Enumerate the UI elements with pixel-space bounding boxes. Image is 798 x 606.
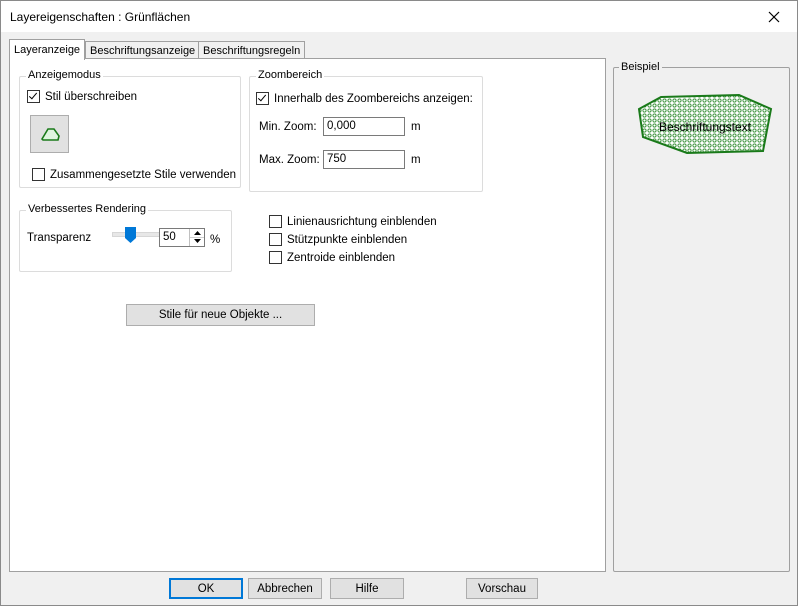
max-zoom-label: Max. Zoom:	[259, 154, 320, 166]
option-row-vertices[interactable]: Stützpunkte einblenden	[269, 233, 407, 246]
vertices-label: Stützpunkte einblenden	[287, 233, 408, 246]
override-style-row[interactable]: Stil überschreiben	[27, 90, 137, 103]
max-zoom-unit: m	[411, 154, 421, 166]
line-direction-label: Linienausrichtung einblenden	[287, 215, 437, 228]
within-zoom-row[interactable]: Innerhalb des Zoombereichs anzeigen:	[256, 92, 473, 105]
min-zoom-input[interactable]: 0,000	[323, 117, 405, 136]
tab-layeranzeige[interactable]: Layeranzeige	[9, 39, 86, 60]
tab-panel-layeranzeige: Anzeigemodus Stil überschreiben Zusammen…	[9, 58, 606, 572]
preview-sample-polygon: Beschriftungstext	[637, 93, 773, 155]
display-mode-group-label: Anzeigemodus	[26, 69, 103, 81]
layer-properties-dialog: Layereigenschaften : Grünflächen Layeran…	[0, 0, 798, 606]
vertices-checkbox[interactable]	[269, 233, 282, 246]
rendering-group-label: Verbessertes Rendering	[26, 203, 149, 215]
styles-new-objects-button[interactable]: Stile für neue Objekte ...	[126, 304, 315, 326]
preview-group-label: Beispiel	[619, 61, 662, 73]
cancel-button[interactable]: Abbrechen	[248, 578, 322, 599]
option-row-line-direction[interactable]: Linienausrichtung einblenden	[269, 215, 437, 228]
ok-button[interactable]: OK	[169, 578, 243, 599]
compound-styles-label: Zusammengesetzte Stile verwenden	[50, 168, 237, 181]
transparency-slider-track[interactable]	[112, 232, 162, 237]
close-icon	[768, 11, 780, 22]
transparency-unit: %	[210, 234, 221, 246]
polygon-style-icon	[40, 128, 60, 141]
chevron-down-icon	[193, 239, 201, 243]
style-button[interactable]	[30, 115, 69, 153]
preview-sample-text: Beschriftungstext	[659, 120, 752, 134]
min-zoom-unit: m	[411, 121, 421, 133]
zoom-range-group-label: Zoombereich	[256, 69, 325, 81]
within-zoom-label: Innerhalb des Zoombereichs anzeigen:	[274, 92, 473, 105]
centroids-label: Zentroide einblenden	[287, 251, 396, 264]
option-row-centroids[interactable]: Zentroide einblenden	[269, 251, 395, 264]
close-button[interactable]	[751, 1, 797, 32]
compound-styles-row[interactable]: Zusammengesetzte Stile verwenden	[32, 168, 236, 181]
min-zoom-label: Min. Zoom:	[259, 121, 317, 133]
title-bar: Layereigenschaften : Grünflächen	[1, 1, 797, 32]
spin-down-button[interactable]	[190, 237, 204, 245]
transparency-label: Transparenz	[27, 232, 92, 244]
compound-styles-checkbox[interactable]	[32, 168, 45, 181]
override-style-label: Stil überschreiben	[45, 90, 138, 103]
transparency-slider-thumb[interactable]	[125, 227, 136, 243]
max-zoom-input[interactable]: 750	[323, 150, 405, 169]
override-style-checkbox[interactable]	[27, 90, 40, 103]
transparency-spinbox[interactable]: 50	[159, 228, 205, 247]
centroids-checkbox[interactable]	[269, 251, 282, 264]
help-button[interactable]: Hilfe	[330, 578, 404, 599]
chevron-up-icon	[193, 231, 201, 235]
window-title: Layereigenschaften : Grünflächen	[10, 10, 191, 24]
spin-arrows	[189, 229, 204, 246]
transparency-value: 50	[163, 231, 176, 243]
preview-button[interactable]: Vorschau	[466, 578, 538, 599]
within-zoom-checkbox[interactable]	[256, 92, 269, 105]
line-direction-checkbox[interactable]	[269, 215, 282, 228]
